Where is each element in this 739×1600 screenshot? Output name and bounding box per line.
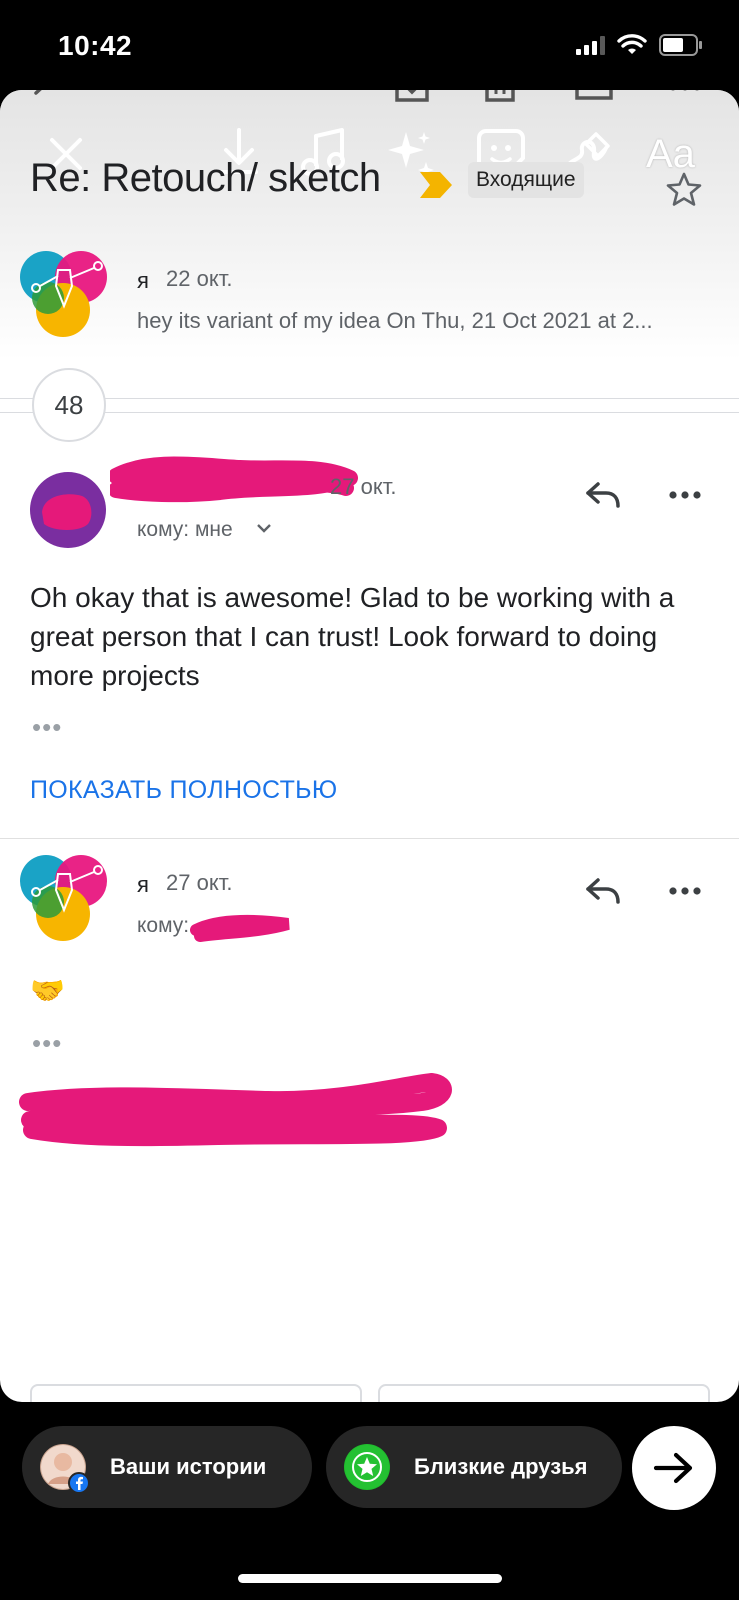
avatar-logo <box>20 251 107 337</box>
close-friends-label: Близкие друзья <box>414 1454 588 1479</box>
message-date: 22 окт. <box>166 266 233 291</box>
suggestion-card[interactable] <box>30 1384 362 1402</box>
archive-icon[interactable] <box>394 90 430 106</box>
facebook-icon <box>68 1472 90 1494</box>
reply-icon[interactable] <box>584 876 622 906</box>
collapsed-messages-count[interactable]: 48 <box>32 368 106 442</box>
message-body-emoji: 🤝 <box>30 975 65 1006</box>
redaction-scribble <box>19 1073 452 1147</box>
star-icon[interactable] <box>666 172 702 206</box>
avatar-redaction <box>42 494 92 530</box>
avatar <box>30 472 106 548</box>
status-bar: 10:42 <box>0 0 739 90</box>
close-friends-button[interactable]: Близкие друзья <box>326 1426 622 1508</box>
show-trimmed-content[interactable]: ••• <box>32 712 62 743</box>
recipient-line[interactable]: кому: мне <box>137 518 233 542</box>
story-share-bar: Ваши истории Близкие друзья <box>0 1402 739 1600</box>
redaction-scribble <box>190 914 290 942</box>
suggestion-card[interactable] <box>378 1384 710 1402</box>
inbox-label-chip[interactable]: Входящие <box>468 162 584 198</box>
redaction-scribble <box>110 456 358 503</box>
collapsed-divider <box>0 412 739 413</box>
your-story-button[interactable]: Ваши истории <box>22 1426 312 1508</box>
wifi-icon <box>617 34 647 54</box>
more-options-icon[interactable] <box>668 886 702 896</box>
share-next-button[interactable] <box>632 1426 716 1510</box>
message-body: Oh okay that is awesome! Glad to be work… <box>30 582 675 691</box>
show-trimmed-content[interactable]: ••• <box>32 1028 62 1059</box>
importance-marker-icon[interactable] <box>420 172 452 198</box>
delete-icon[interactable] <box>484 90 516 106</box>
message-sender: я <box>137 872 149 897</box>
avatar-logo <box>20 855 107 941</box>
arrow-right-icon <box>653 1452 693 1484</box>
home-indicator[interactable] <box>238 1574 502 1583</box>
reply-icon[interactable] <box>584 480 622 510</box>
more-options-icon[interactable] <box>668 490 702 500</box>
collapsed-divider <box>0 398 739 399</box>
message-sender: я <box>137 268 149 293</box>
message-divider <box>0 838 739 839</box>
message-date: 27 окт. <box>330 474 397 499</box>
status-time: 10:42 <box>58 30 133 61</box>
more-icon[interactable] <box>668 90 702 94</box>
show-full-message-link[interactable]: ПОКАЗАТЬ ПОЛНОСТЬЮ <box>30 776 337 805</box>
cellular-signal-icon <box>576 35 605 55</box>
your-story-label: Ваши истории <box>110 1454 267 1479</box>
email-subject: Re: Retouch/ sketch <box>30 156 381 200</box>
close-friends-star-icon <box>344 1444 390 1490</box>
message-date: 27 окт. <box>166 870 233 895</box>
battery-icon <box>659 34 702 56</box>
back-arrow-icon[interactable] <box>28 90 58 108</box>
status-icons <box>576 34 703 56</box>
story-canvas: Aa Re: Retouch/ sketch Входящие я 22 окт… <box>0 90 739 1402</box>
chevron-down-icon[interactable] <box>256 522 272 534</box>
recipient-line[interactable]: кому: <box>137 914 189 938</box>
profile-avatar <box>40 1444 90 1494</box>
message-snippet[interactable]: hey its variant of my idea On Thu, 21 Oc… <box>137 308 653 334</box>
mail-icon[interactable] <box>574 90 614 106</box>
